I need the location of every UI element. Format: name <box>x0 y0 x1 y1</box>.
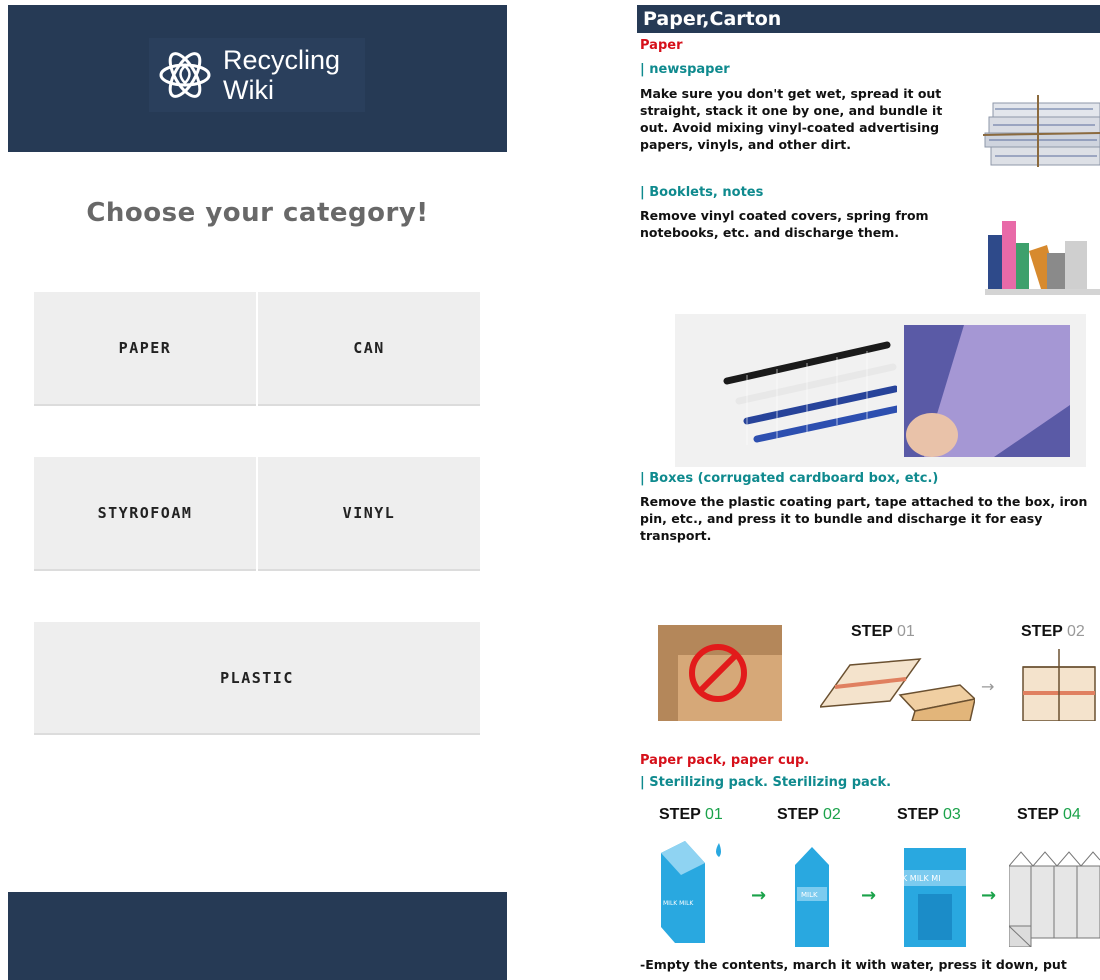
box-step-1-image <box>820 658 975 721</box>
category-styrofoam-button[interactable]: STYROFOAM <box>34 457 256 571</box>
milk-carton-opened-image: K MILK MI <box>904 848 966 947</box>
booklets-heading: | Booklets, notes <box>640 185 764 200</box>
newspaper-bundle-image <box>983 95 1100 167</box>
paper-pack-text: -Empty the contents, march it with water… <box>640 957 1067 972</box>
pack-step-2-label: STEP 02 <box>777 806 841 823</box>
pack-arrow-3-icon: → <box>981 885 997 906</box>
boxes-heading: | Boxes (corrugated cardboard box, etc.) <box>640 471 939 486</box>
category-plastic-button[interactable]: PLASTIC <box>34 622 480 735</box>
bottom-bar <box>8 892 507 980</box>
category-can-button[interactable]: CAN <box>258 292 480 406</box>
box-no-tape-image <box>658 625 782 721</box>
books-image <box>985 221 1100 295</box>
box-step-2-image <box>1022 649 1096 721</box>
svg-text:MILK MILK: MILK MILK <box>663 900 694 907</box>
pack-step-4-label: STEP 04 <box>1017 806 1081 823</box>
newspaper-heading: | newspaper <box>640 62 730 77</box>
milk-carton-rinsed-image: MILK <box>795 847 829 947</box>
pack-arrow-1-icon: → <box>751 885 767 906</box>
paper-pack-heading: Paper pack, paper cup. <box>640 753 810 768</box>
page-title: Choose your category! <box>86 198 429 228</box>
vinyl-cover-image <box>904 325 1070 457</box>
pack-step-3-label: STEP 03 <box>897 806 961 823</box>
paper-heading: Paper <box>640 38 683 53</box>
category-paper-button[interactable]: PAPER <box>34 292 256 406</box>
logo-line1: Recycling <box>223 45 341 75</box>
app-header: Recycling Wiki <box>8 5 507 152</box>
binding-spring-image <box>723 341 897 445</box>
box-step-arrow-icon: → <box>981 677 995 696</box>
milk-carton-flattened-image <box>1009 851 1100 947</box>
pack-step-1-label: STEP 01 <box>659 806 723 823</box>
paper-detail-screen: Paper,Carton Paper | newspaper Make sure… <box>615 5 1100 980</box>
booklets-text: Remove vinyl coated covers, spring from … <box>640 208 929 240</box>
milk-carton-water-image: MILK MILK <box>661 841 721 943</box>
box-step-1-label: STEP 01 <box>851 623 915 640</box>
paper-pack-subheading: | Sterilizing pack. Sterilizing pack. <box>640 775 892 790</box>
box-step-2-label: STEP 02 <box>1021 623 1085 640</box>
category-vinyl-button[interactable]: VINYL <box>258 457 480 571</box>
app-logo[interactable]: Recycling Wiki <box>149 38 365 112</box>
category-screen: Recycling Wiki Choose your category! PAP… <box>8 5 507 980</box>
logo-line2: Wiki <box>223 75 274 105</box>
newspaper-text: Make sure you don't get wet, spread it o… <box>640 86 943 152</box>
atom-recycle-icon <box>159 52 211 98</box>
svg-text:K MILK MI: K MILK MI <box>904 874 941 883</box>
pack-arrow-2-icon: → <box>861 885 877 906</box>
svg-text:MILK: MILK <box>801 891 818 899</box>
boxes-text: Remove the plastic coating part, tape at… <box>640 494 1088 543</box>
detail-header: Paper,Carton <box>637 5 1100 33</box>
